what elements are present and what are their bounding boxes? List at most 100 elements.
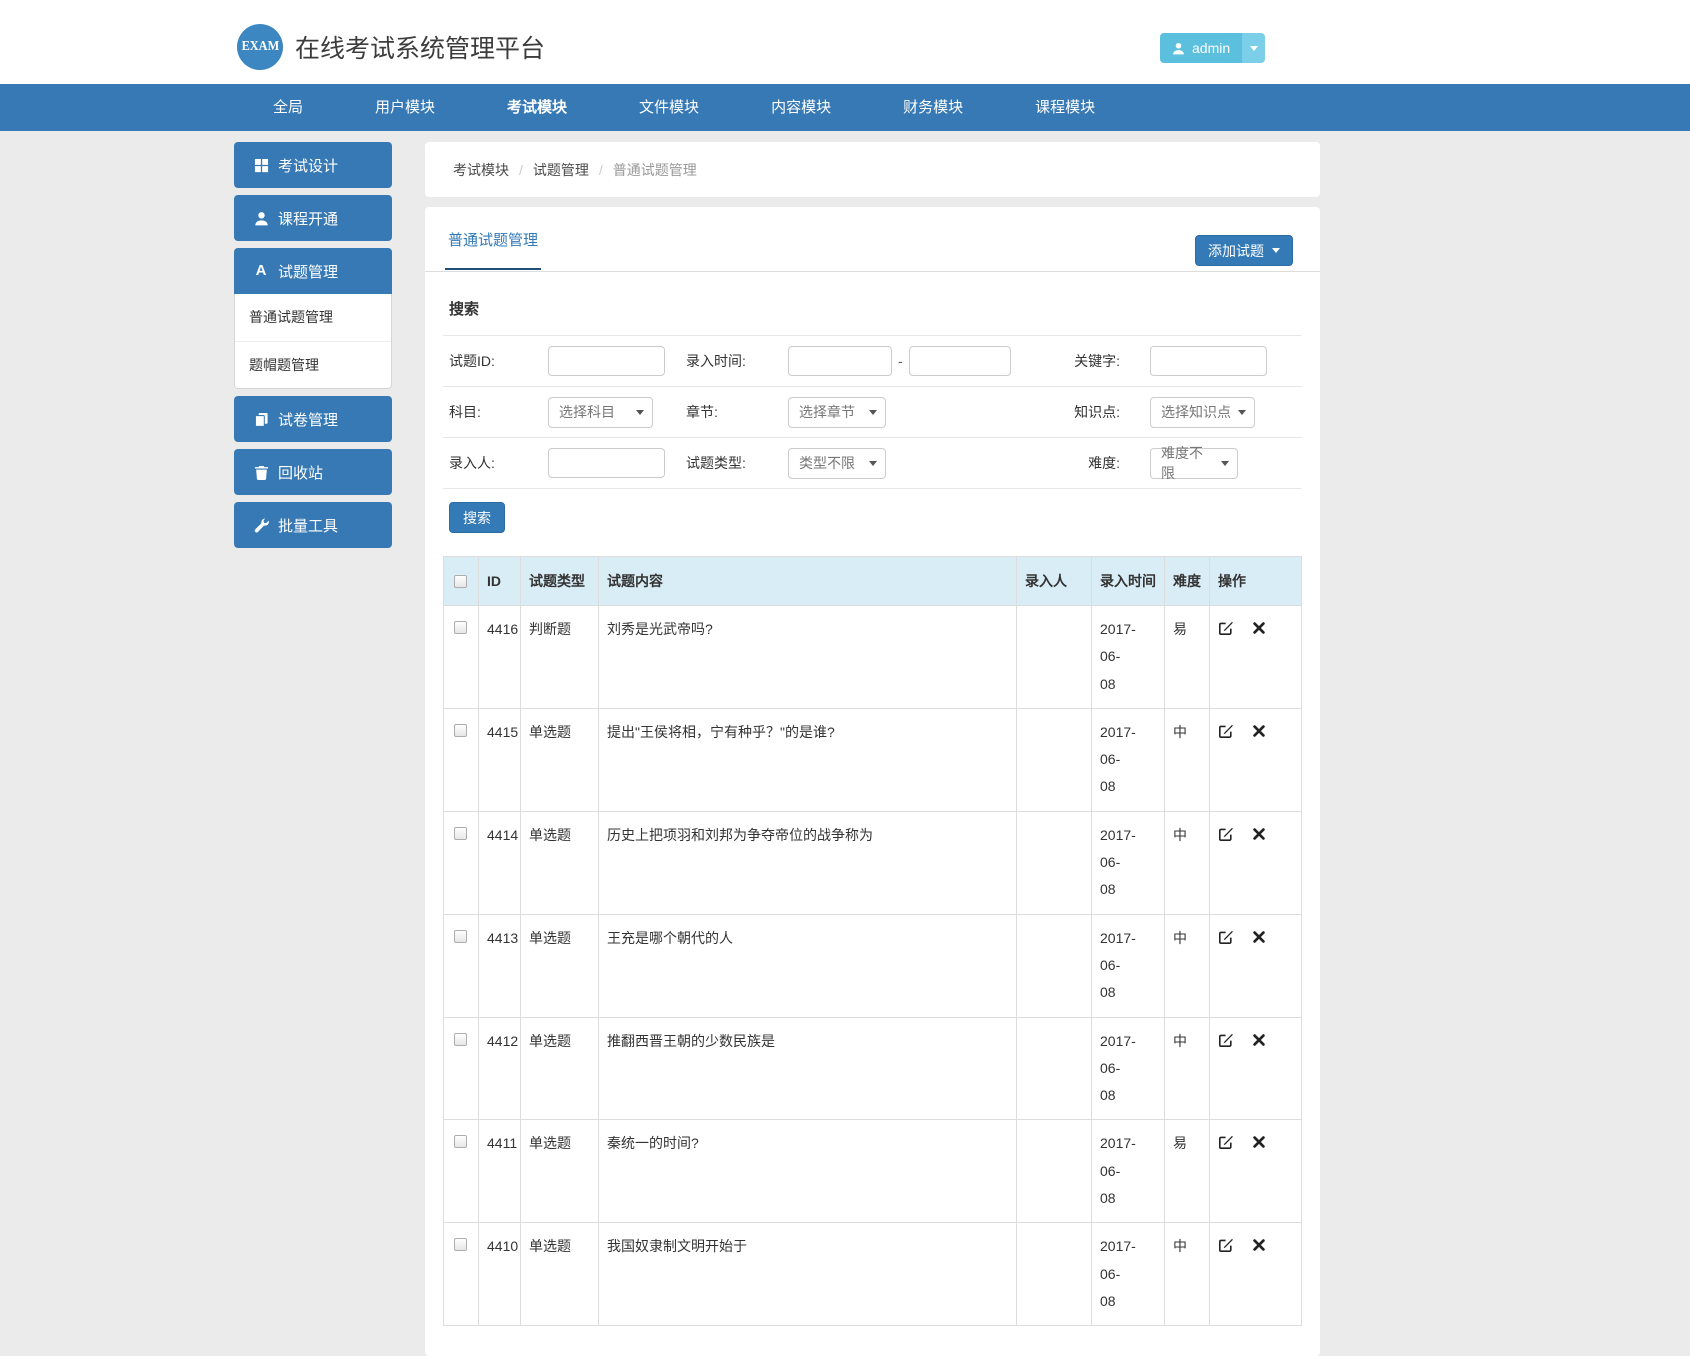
row-checkbox[interactable] bbox=[454, 1238, 467, 1252]
question-content: 刘秀是光武帝吗? bbox=[598, 605, 1017, 709]
select-all-checkbox[interactable] bbox=[454, 574, 467, 588]
exam-logo-icon: EXAM bbox=[237, 24, 283, 70]
delete-icon[interactable] bbox=[1253, 723, 1265, 739]
edit-icon[interactable] bbox=[1218, 1134, 1234, 1150]
delete-icon[interactable] bbox=[1253, 826, 1265, 842]
question-type: 判断题 bbox=[520, 605, 599, 709]
delete-icon[interactable] bbox=[1253, 1032, 1265, 1048]
user-name: admin bbox=[1192, 40, 1231, 56]
difficulty-select[interactable]: 难度不限 bbox=[1150, 445, 1238, 481]
edit-icon[interactable] bbox=[1218, 620, 1234, 636]
add-question-button[interactable]: 添加试题 bbox=[1195, 235, 1293, 266]
edit-icon[interactable] bbox=[1218, 929, 1234, 945]
entry-date: 2017-06- 08 bbox=[1091, 913, 1165, 1018]
keyword-label: 关键字: bbox=[1074, 353, 1120, 369]
nav-item-exam-module[interactable]: 考试模块 bbox=[471, 84, 603, 131]
question-type-label: 试题类型: bbox=[686, 455, 746, 471]
submenu-item-cap-questions[interactable]: 题帽题管理 bbox=[235, 341, 391, 388]
row-checkbox[interactable] bbox=[454, 826, 467, 840]
question-content: 我国奴隶制文明开始于 bbox=[598, 1222, 1017, 1327]
chapter-label: 章节: bbox=[686, 404, 718, 420]
sidebar-item-question-management[interactable]: A 试题管理 bbox=[234, 248, 392, 294]
row-checkbox[interactable] bbox=[454, 1135, 467, 1149]
breadcrumb-question-management[interactable]: 试题管理 bbox=[533, 160, 589, 180]
caret-down-icon bbox=[869, 460, 877, 466]
delete-icon[interactable] bbox=[1253, 1237, 1265, 1253]
question-content: 秦统一的时间? bbox=[598, 1119, 1017, 1224]
sidebar-item-course-open[interactable]: 课程开通 bbox=[234, 195, 392, 241]
col-author: 录入人 bbox=[1016, 556, 1092, 606]
delete-icon[interactable] bbox=[1253, 1134, 1265, 1150]
nav-item-course-module[interactable]: 课程模块 bbox=[999, 84, 1131, 131]
question-id: 4414 bbox=[478, 810, 521, 915]
edit-icon[interactable] bbox=[1218, 723, 1234, 739]
subject-select[interactable]: 选择科目 bbox=[548, 396, 653, 428]
edit-icon[interactable] bbox=[1218, 1032, 1234, 1048]
nav-item-user-module[interactable]: 用户模块 bbox=[339, 84, 471, 131]
breadcrumb-separator: / bbox=[519, 161, 523, 178]
delete-icon[interactable] bbox=[1253, 620, 1265, 636]
col-operations: 操作 bbox=[1209, 556, 1302, 606]
row-checkbox[interactable] bbox=[454, 621, 467, 634]
knowledge-point-label: 知识点: bbox=[1074, 404, 1120, 420]
chapter-select[interactable]: 选择章节 bbox=[788, 396, 886, 428]
edit-icon[interactable] bbox=[1218, 826, 1234, 842]
col-difficulty: 难度 bbox=[1164, 556, 1210, 606]
question-difficulty: 中 bbox=[1164, 1222, 1210, 1327]
question-difficulty: 易 bbox=[1164, 605, 1210, 709]
tab-normal-question-management[interactable]: 普通试题管理 bbox=[445, 229, 542, 270]
keyword-input[interactable] bbox=[1150, 346, 1267, 376]
search-form: 试题ID: 录入时间: - 关键字: 科目: 选择科目 章节: 选择章节 知识点… bbox=[443, 335, 1302, 489]
row-checkbox[interactable] bbox=[454, 723, 467, 737]
table-header-row: ID 试题类型 试题内容 录入人 录入时间 难度 操作 bbox=[443, 556, 1302, 606]
sidebar-item-label: 批量工具 bbox=[278, 517, 339, 535]
caret-down-icon bbox=[1249, 45, 1258, 51]
delete-icon[interactable] bbox=[1253, 929, 1265, 945]
breadcrumb-current-page: 普通试题管理 bbox=[612, 161, 697, 178]
knowledge-point-select[interactable]: 选择知识点 bbox=[1150, 396, 1255, 428]
question-type: 单选题 bbox=[520, 1119, 599, 1224]
nav-item-finance-module[interactable]: 财务模块 bbox=[867, 84, 999, 131]
row-operations bbox=[1209, 810, 1302, 915]
question-difficulty: 中 bbox=[1164, 913, 1210, 1018]
entry-time-from-input[interactable] bbox=[788, 346, 892, 376]
sidebar-item-exam-design[interactable]: 考试设计 bbox=[234, 142, 392, 188]
sidebar-item-label: 试题管理 bbox=[278, 263, 339, 281]
user-menu-toggle[interactable] bbox=[1242, 33, 1266, 63]
user-menu-button[interactable]: admin bbox=[1160, 33, 1266, 63]
nav-item-global[interactable]: 全局 bbox=[237, 84, 339, 131]
wrench-icon bbox=[253, 517, 269, 533]
col-id: ID bbox=[478, 556, 521, 606]
question-id: 4412 bbox=[478, 1016, 521, 1121]
brand-logo[interactable]: EXAM 在线考试系统管理平台 bbox=[237, 24, 545, 70]
search-button[interactable]: 搜索 bbox=[449, 502, 505, 533]
caret-down-icon bbox=[869, 409, 877, 415]
breadcrumb-exam-module[interactable]: 考试模块 bbox=[453, 160, 509, 180]
nav-item-content-module[interactable]: 内容模块 bbox=[735, 84, 867, 131]
submenu-item-normal-questions[interactable]: 普通试题管理 bbox=[235, 294, 391, 341]
sidebar-item-paper-management[interactable]: 试卷管理 bbox=[234, 396, 392, 442]
sidebar-item-batch-tools[interactable]: 批量工具 bbox=[234, 502, 392, 548]
nav-item-file-module[interactable]: 文件模块 bbox=[603, 84, 735, 131]
question-type: 单选题 bbox=[520, 810, 599, 915]
logo-text: EXAM bbox=[241, 39, 279, 54]
question-author bbox=[1016, 1016, 1092, 1121]
breadcrumb-separator: / bbox=[598, 161, 603, 178]
entry-date: 2017-06- 08 bbox=[1091, 1016, 1165, 1121]
row-checkbox[interactable] bbox=[454, 929, 467, 943]
user-icon bbox=[253, 210, 269, 226]
entry-date: 2017-06- 08 bbox=[1091, 810, 1165, 915]
top-header: EXAM 在线考试系统管理平台 admin bbox=[0, 0, 1690, 84]
edit-icon[interactable] bbox=[1218, 1237, 1234, 1253]
row-checkbox[interactable] bbox=[454, 1032, 467, 1046]
question-id-input[interactable] bbox=[548, 346, 665, 376]
sidebar-item-recycle-bin[interactable]: 回收站 bbox=[234, 449, 392, 495]
question-type: 单选题 bbox=[520, 1222, 599, 1327]
entry-person-input[interactable] bbox=[548, 448, 665, 478]
question-id: 4415 bbox=[478, 707, 521, 812]
question-type-select[interactable]: 类型不限 bbox=[788, 447, 886, 479]
table-row: 4414 单选题 历史上把项羽和刘邦为争夺帝位的战争称为 2017-06- 08… bbox=[443, 810, 1302, 915]
entry-time-to-input[interactable] bbox=[908, 346, 1011, 376]
col-question-type: 试题类型 bbox=[520, 556, 599, 606]
grid-icon bbox=[253, 157, 269, 173]
